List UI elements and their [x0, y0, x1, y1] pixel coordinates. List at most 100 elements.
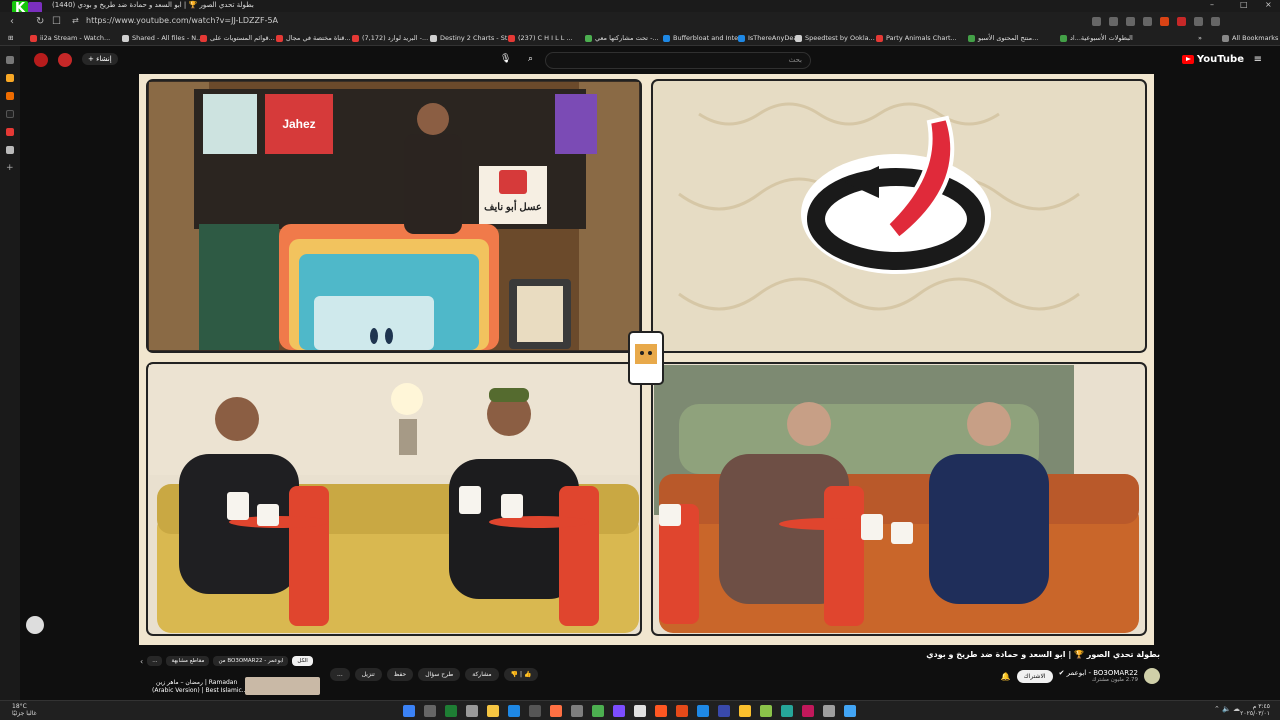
youtube-logo[interactable]: YouTube: [1181, 54, 1244, 65]
reload-icon[interactable]: ↻: [36, 16, 44, 27]
app-icon[interactable]: [571, 705, 583, 717]
chip-all[interactable]: الكل: [292, 656, 313, 666]
account-avatar[interactable]: [34, 53, 48, 67]
app-icon[interactable]: [802, 705, 814, 717]
bookmark-item[interactable]: قناة مختصة في مجال...: [276, 34, 351, 42]
chips-prev-icon[interactable]: ‹: [140, 657, 143, 666]
task-view-icon[interactable]: [424, 705, 436, 717]
bookmark-item[interactable]: Shared - All files - N...: [122, 34, 202, 42]
app-icon[interactable]: [655, 705, 667, 717]
download-button[interactable]: تنزيل: [354, 668, 382, 681]
edge-icon[interactable]: [508, 705, 520, 717]
xbox-icon[interactable]: [445, 705, 457, 717]
app-icon[interactable]: [760, 705, 772, 717]
bookmark-item[interactable]: Destiny 2 Charts - St...: [430, 34, 514, 42]
maximize-button[interactable]: □: [1240, 0, 1248, 9]
video-player[interactable]: Jahez عسل أبو نايف: [139, 74, 1154, 645]
app-icon[interactable]: [781, 705, 793, 717]
minimize-button[interactable]: –: [1210, 0, 1214, 9]
cast-icon[interactable]: [1109, 17, 1118, 26]
channel-name[interactable]: BO3OMAR22 - ابوعمر ✔: [1059, 669, 1138, 677]
bookmark-item[interactable]: (237) C H I L L ...: [508, 34, 573, 42]
bell-icon[interactable]: 🔔: [1001, 672, 1011, 681]
subscribe-button[interactable]: الاشتراك: [1016, 669, 1053, 683]
file-explorer-icon[interactable]: [487, 705, 499, 717]
clock[interactable]: ٣:٤٥ م ٢٠٢٥/٠٣/٠١: [1240, 703, 1270, 717]
share-button[interactable]: مشاركة: [465, 668, 499, 681]
ask-button[interactable]: طرح سؤال: [418, 668, 461, 681]
like-icon[interactable]: 👍: [524, 671, 531, 678]
profile-icon[interactable]: [1211, 17, 1220, 26]
sidebar-app-icon[interactable]: [6, 146, 14, 154]
menu-icon[interactable]: ≡: [1254, 54, 1262, 65]
sidebar-panel-icon[interactable]: [6, 56, 14, 64]
bookmark-icon[interactable]: ☐: [52, 16, 61, 27]
star-icon[interactable]: [1143, 17, 1152, 26]
bookmark-label: Destiny 2 Charts - St...: [440, 34, 514, 42]
close-button[interactable]: ×: [1265, 0, 1272, 9]
notifications-icon[interactable]: [58, 53, 72, 67]
like-dislike-button[interactable]: 👎 | 👍: [503, 668, 539, 681]
extensions-icon[interactable]: [1194, 17, 1203, 26]
app-icon[interactable]: [739, 705, 751, 717]
bookmark-item[interactable]: ii2a Stream - Watch...: [30, 34, 110, 42]
up-next-item[interactable]: رمضان – ماهر زين | Ramadan (Arabic Versi…: [140, 677, 320, 699]
system-tray[interactable]: ⌃ 🔈 ☁: [1214, 705, 1240, 713]
chip[interactable]: ...: [147, 656, 163, 666]
back-icon[interactable]: ‹: [10, 16, 14, 27]
app-icon[interactable]: [823, 705, 835, 717]
youtube-logo-text: YouTube: [1196, 54, 1244, 65]
app-icon[interactable]: [718, 705, 730, 717]
bookmark-item[interactable]: قوائم المستويات على...: [200, 34, 275, 42]
bookmark-favicon-icon: [430, 34, 437, 42]
bookmark-item[interactable]: منتج المحتوى الأسبو...: [968, 34, 1038, 42]
bookmark-item[interactable]: تحت مشاركتها معي -...: [585, 34, 659, 42]
bookmark-item[interactable]: (7,172) البريد لوارد -...: [352, 34, 428, 42]
tab-title[interactable]: (1440) بطولة تحدي الصور 🏆 | ابو السعد و …: [52, 1, 254, 9]
chip[interactable]: مقاطع مشابهة: [166, 656, 210, 666]
bookmark-item[interactable]: البطولات الأسبوعية...اد: [1060, 34, 1133, 42]
all-bookmarks[interactable]: All Bookmarks: [1222, 34, 1278, 42]
app-icon[interactable]: [844, 705, 856, 717]
bookmark-item[interactable]: IsThereAnyDeal: [738, 34, 799, 42]
bookmark-item[interactable]: Bufferbloat and Inte...: [663, 34, 744, 42]
dislike-icon[interactable]: 👎: [511, 671, 518, 678]
app-icon[interactable]: [613, 705, 625, 717]
chip[interactable]: من BO3OMAR22 - ابوعمر: [213, 656, 289, 666]
sidebar-app-icon[interactable]: [6, 92, 14, 100]
start-icon[interactable]: [403, 705, 415, 717]
channel-watermark-icon[interactable]: [26, 616, 44, 634]
up-next-thumbnail[interactable]: [245, 677, 320, 695]
app-icon[interactable]: [592, 705, 604, 717]
weather-widget[interactable]: 18°C غالبا جزئيًا: [12, 703, 37, 717]
search-input[interactable]: بحث: [545, 52, 811, 69]
url-field[interactable]: https://www.youtube.com/watch?v=JJ-LDZZF…: [86, 16, 278, 25]
add-sidebar-icon[interactable]: +: [6, 164, 14, 173]
youtube-icon[interactable]: [6, 128, 14, 136]
tiktok-icon[interactable]: [6, 110, 14, 118]
save-button[interactable]: حفظ: [386, 668, 414, 681]
bookmarks-overflow-icon[interactable]: »: [1198, 34, 1202, 42]
channel-avatar[interactable]: [1144, 668, 1160, 684]
brave-icon[interactable]: [676, 705, 688, 717]
search-icon[interactable]: ⌕: [528, 54, 533, 64]
brave-shield-icon[interactable]: [1160, 17, 1169, 26]
create-button[interactable]: + إنشاء: [82, 53, 118, 65]
site-info-icon[interactable]: ⇄: [72, 16, 79, 25]
store-icon[interactable]: [529, 705, 541, 717]
zoom-icon[interactable]: [1092, 17, 1101, 26]
share-icon[interactable]: [1126, 17, 1135, 26]
firefox-icon[interactable]: [550, 705, 562, 717]
voice-search-icon[interactable]: 🎙: [500, 54, 511, 64]
app-icon[interactable]: [634, 705, 646, 717]
sidebar-app-icon[interactable]: [6, 74, 14, 82]
jahez-sign: Jahez: [282, 117, 315, 131]
bookmark-item[interactable]: Party Animals Chart...: [876, 34, 957, 42]
vscode-icon[interactable]: [697, 705, 709, 717]
bookmark-favicon-icon: [508, 34, 515, 42]
rewards-icon[interactable]: [1177, 17, 1186, 26]
apps-icon[interactable]: ⊞: [8, 34, 13, 42]
bookmark-item[interactable]: Speedtest by Ookla...: [795, 34, 875, 42]
settings-icon[interactable]: [466, 705, 478, 717]
more-actions-button[interactable]: ...: [330, 668, 350, 681]
